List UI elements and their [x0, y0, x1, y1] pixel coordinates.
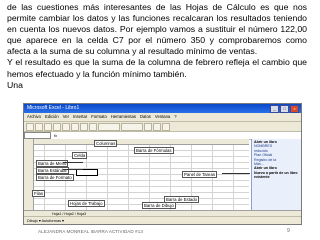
menu-edicion: Edición — [44, 114, 59, 119]
callout-barra-formato: Barra de Formato — [36, 174, 74, 181]
save-icon — [44, 122, 52, 131]
excel-screenshot: Microsoft Excel - Libro1 _ □ × Archivo E… — [23, 103, 302, 225]
callout-panel-tareas: Panel de Tareas — [182, 171, 217, 178]
open-icon — [35, 122, 43, 131]
paste-icon — [89, 122, 97, 131]
size-dropdown — [121, 122, 143, 131]
body-text: de las cuestiones más interesantes de la… — [7, 2, 307, 91]
drawing-bar: Dibujo ▾ Autoformas ▾ — [24, 216, 301, 224]
menu-help: ? — [174, 114, 177, 119]
callout-barra-formulas: Barra de Fórmulas — [134, 147, 174, 154]
menu-ver: Ver — [62, 114, 69, 119]
copy-icon — [80, 122, 88, 131]
callout-columnas: Columnas — [94, 140, 118, 147]
callout-barra-dibujo: Barra de Dibujo — [142, 202, 176, 209]
taskpane-title-3: Nuevo a partir de un libro existente — [254, 170, 298, 180]
menu-formato: Formato — [91, 114, 107, 119]
minimize-icon: _ — [270, 105, 279, 113]
paragraph-1: de las cuestiones más interesantes de la… — [7, 2, 307, 57]
leader-line — [222, 173, 250, 174]
menu-datos: Datos — [139, 114, 151, 119]
leader-line — [63, 169, 83, 170]
window-buttons: _ □ × — [270, 105, 299, 113]
paragraph-3: Una — [7, 79, 23, 90]
column-headers — [24, 139, 249, 145]
callout-celda: Celda — [72, 152, 88, 159]
paragraph-2: Y el resultado es que la suma de la colu… — [7, 57, 307, 79]
cut-icon — [71, 122, 79, 131]
excel-menu-bar: Archivo Edición Ver Insertar Formato Her… — [24, 113, 301, 122]
underline-icon — [162, 122, 170, 131]
selected-cell — [76, 169, 98, 176]
italic-icon — [153, 122, 161, 131]
excel-title: Microsoft Excel - Libro1 — [27, 105, 80, 111]
maximize-icon: □ — [280, 105, 289, 113]
row-headers — [24, 139, 34, 211]
font-dropdown — [98, 122, 120, 131]
leader-line — [63, 162, 83, 163]
new-icon — [26, 122, 34, 131]
footer-author: ALEJANDRA MONREAL IBARRA ACTIVIDAD #13 — [38, 229, 143, 234]
callout-filas: Filas — [32, 190, 46, 197]
print-icon — [53, 122, 61, 131]
callout-hojas-trabajo: Hojas de Trabajo — [68, 200, 105, 207]
bold-icon — [144, 122, 152, 131]
preview-icon — [62, 122, 70, 131]
menu-insertar: Insertar — [73, 114, 88, 119]
menu-ventana: Ventana — [154, 114, 171, 119]
task-pane: Abrir un libro NOMBRES reducido Plan Ofi… — [251, 139, 301, 211]
page-number: 9 — [287, 228, 290, 234]
menu-herramientas: Herramientas — [110, 114, 136, 119]
excel-toolbar — [24, 122, 301, 132]
menu-archivo: Archivo — [27, 114, 41, 119]
name-box — [24, 132, 51, 139]
excel-title-bar: Microsoft Excel - Libro1 _ □ × — [24, 104, 301, 113]
fx-icon: fx — [54, 133, 58, 138]
close-icon: × — [290, 105, 299, 113]
